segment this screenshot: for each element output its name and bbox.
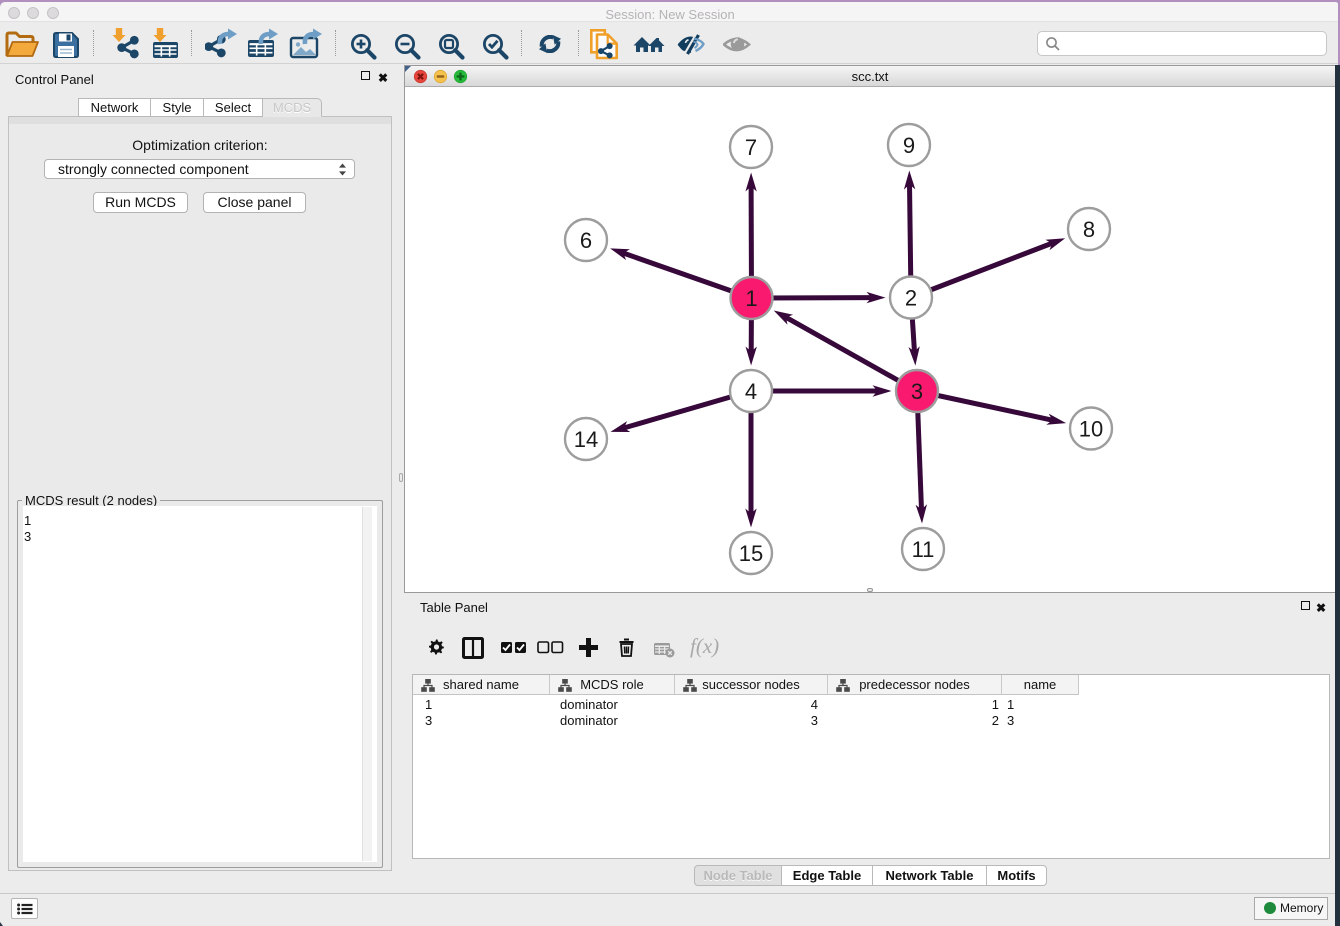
svg-text:14: 14 [574, 427, 598, 452]
svg-text:3: 3 [911, 379, 923, 404]
svg-text:2: 2 [905, 286, 917, 311]
svg-text:7: 7 [745, 135, 757, 160]
svg-text:4: 4 [745, 379, 757, 404]
svg-text:6: 6 [580, 228, 592, 253]
svg-text:8: 8 [1083, 217, 1095, 242]
svg-text:1: 1 [745, 286, 757, 311]
svg-text:11: 11 [912, 537, 935, 562]
svg-text:15: 15 [739, 541, 763, 566]
svg-text:10: 10 [1079, 417, 1103, 442]
svg-text:9: 9 [903, 133, 915, 158]
